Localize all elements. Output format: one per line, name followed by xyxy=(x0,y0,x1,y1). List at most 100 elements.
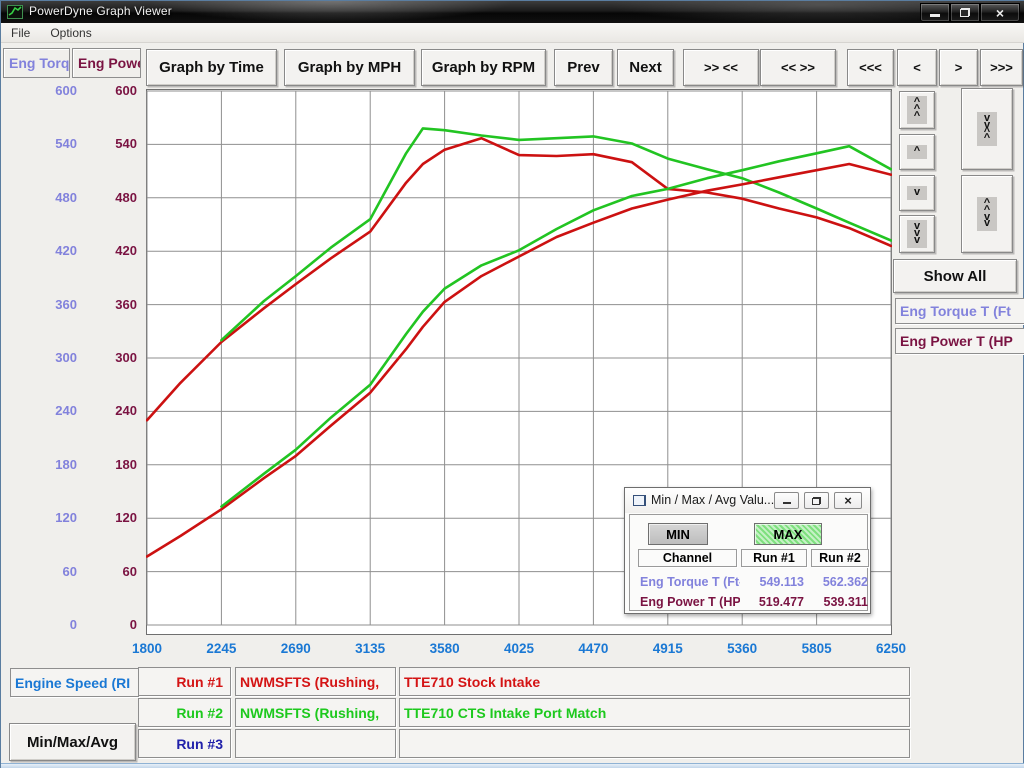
graph-by-mph-button[interactable]: Graph by MPH xyxy=(284,49,415,86)
column-header-run1[interactable]: Run #1 xyxy=(741,549,807,567)
close-button[interactable]: × xyxy=(980,3,1020,22)
y-tick-label: 180 xyxy=(9,456,77,474)
y-tick-label: 480 xyxy=(81,189,137,207)
y-tick-label: 120 xyxy=(9,509,77,527)
min-max-window-minimize-button[interactable] xyxy=(774,492,799,509)
y-tick-label: 180 xyxy=(81,456,137,474)
y-tick-label: 240 xyxy=(81,402,137,420)
x-tick-label: 3135 xyxy=(340,641,400,656)
minimize-icon xyxy=(930,14,940,17)
run2-name-field[interactable]: NWMSFTS (Rushing, xyxy=(235,698,396,727)
chevrons-converge-icon: v v ^ ^ xyxy=(977,112,997,146)
chevron-down-triple-icon: v v v xyxy=(907,220,927,247)
chevron-up-triple-icon: ^ ^ ^ xyxy=(907,96,927,123)
min-max-avg-button[interactable]: Min/Max/Avg xyxy=(9,723,136,761)
chevron-down-icon: v xyxy=(907,186,927,200)
torque-max-run2-value: 562.362 xyxy=(806,575,868,589)
min-max-window-title-bar[interactable]: Min / Max / Avg Valu... × xyxy=(625,488,870,513)
y-tick-label: 0 xyxy=(9,616,77,634)
column-header-channel[interactable]: Channel xyxy=(638,549,737,567)
column-header-run2[interactable]: Run #2 xyxy=(811,549,869,567)
power-max-run1-value: 519.477 xyxy=(742,595,804,609)
graph-by-time-button[interactable]: Graph by Time xyxy=(146,49,277,86)
scroll-right-fast-button[interactable]: >>> xyxy=(980,49,1023,86)
scroll-left-button[interactable]: < xyxy=(897,49,937,86)
power-row-channel: Eng Power T (HP) xyxy=(640,595,740,609)
x-channel-field[interactable]: Engine Speed (RI xyxy=(10,668,139,697)
window-title: PowerDyne Graph Viewer xyxy=(29,4,172,18)
menu-options[interactable]: Options xyxy=(40,24,101,42)
run1-description-field[interactable]: TTE710 Stock Intake xyxy=(399,667,910,696)
y-tick-label: 600 xyxy=(81,82,137,100)
x-tick-label: 4915 xyxy=(638,641,698,656)
y-scroll-down-fast-button[interactable]: v v v xyxy=(899,215,935,253)
run1-name-field[interactable]: NWMSFTS (Rushing, xyxy=(235,667,396,696)
y-tick-label: 60 xyxy=(81,563,137,581)
title-bar: PowerDyne Graph Viewer × xyxy=(1,1,1024,23)
run3-description-field[interactable] xyxy=(399,729,910,758)
run2-label: Run #2 xyxy=(138,698,231,727)
close-icon: × xyxy=(844,494,852,507)
y-zoom-out-button[interactable]: ^ ^ v v xyxy=(961,175,1013,253)
powerdyne-window: PowerDyne Graph Viewer × File Options En… xyxy=(0,0,1024,768)
maximize-restore-button[interactable] xyxy=(950,3,980,22)
power-channel-field[interactable]: Eng Power T (HP xyxy=(895,328,1024,354)
x-tick-label: 1800 xyxy=(117,641,177,656)
y-tick-label: 420 xyxy=(9,242,77,260)
run3-label: Run #3 xyxy=(138,729,231,758)
scroll-right-button[interactable]: > xyxy=(939,49,978,86)
max-toggle-button[interactable]: MAX xyxy=(754,523,822,545)
y-tick-label: 540 xyxy=(81,135,137,153)
min-max-window-title: Min / Max / Avg Valu... xyxy=(651,493,774,507)
close-icon: × xyxy=(996,6,1004,20)
chevrons-diverge-icon: ^ ^ v v xyxy=(977,197,997,231)
restore-icon xyxy=(812,497,821,505)
min-max-window-restore-button[interactable] xyxy=(804,492,829,509)
min-toggle-button[interactable]: MIN xyxy=(648,523,708,545)
y-scroll-up-fast-button[interactable]: ^ ^ ^ xyxy=(899,91,935,129)
x-tick-label: 5805 xyxy=(787,641,847,656)
minimize-icon xyxy=(783,502,791,504)
y-tick-label: 480 xyxy=(9,189,77,207)
tab-eng-power[interactable]: Eng Powe xyxy=(72,48,141,78)
y-scroll-up-button[interactable]: ^ xyxy=(899,134,935,170)
x-tick-label: 2690 xyxy=(266,641,326,656)
torque-max-run1-value: 549.113 xyxy=(742,575,804,589)
menu-bar: File Options xyxy=(1,23,1024,43)
torque-axis-tick-labels: 060120180240300360420480540600 xyxy=(9,1,77,768)
torque-channel-field[interactable]: Eng Torque T (Ft xyxy=(895,298,1024,324)
next-button[interactable]: Next xyxy=(617,49,674,86)
prev-button[interactable]: Prev xyxy=(554,49,613,86)
torque-row-channel: Eng Torque T (Ft- xyxy=(640,575,740,589)
x-tick-label: 5360 xyxy=(712,641,772,656)
y-tick-label: 360 xyxy=(9,296,77,314)
x-tick-label: 4470 xyxy=(563,641,623,656)
scroll-left-fast-button[interactable]: <<< xyxy=(847,49,894,86)
y-tick-label: 420 xyxy=(81,242,137,260)
minimize-button[interactable] xyxy=(920,3,950,22)
tab-eng-torque[interactable]: Eng Torq xyxy=(3,48,70,78)
window-frame-bottom xyxy=(1,763,1024,768)
x-tick-label: 6250 xyxy=(861,641,921,656)
y-tick-label: 600 xyxy=(9,82,77,100)
x-tick-label: 4025 xyxy=(489,641,549,656)
min-max-panel: MIN MAX Channel Run #1 Run #2 Eng Torque… xyxy=(629,514,868,611)
app-icon xyxy=(7,4,23,20)
run3-name-field[interactable] xyxy=(235,729,396,758)
show-all-button[interactable]: Show All xyxy=(893,259,1017,293)
restore-icon xyxy=(960,8,970,17)
document-icon xyxy=(633,495,646,506)
power-axis-tick-labels: 060120180240300360420480540600 xyxy=(81,1,137,768)
y-tick-label: 0 xyxy=(81,616,137,634)
y-scroll-down-button[interactable]: v xyxy=(899,175,935,211)
zoom-out-x-button[interactable]: << >> xyxy=(760,49,836,86)
y-tick-label: 300 xyxy=(9,349,77,367)
y-tick-label: 360 xyxy=(81,296,137,314)
run2-description-field[interactable]: TTE710 CTS Intake Port Match xyxy=(399,698,910,727)
menu-file[interactable]: File xyxy=(1,24,40,42)
graph-by-rpm-button[interactable]: Graph by RPM xyxy=(421,49,546,86)
zoom-in-x-button[interactable]: >> << xyxy=(683,49,759,86)
y-zoom-in-button[interactable]: v v ^ ^ xyxy=(961,88,1013,170)
min-max-window-close-button[interactable]: × xyxy=(834,492,862,509)
y-tick-label: 540 xyxy=(9,135,77,153)
